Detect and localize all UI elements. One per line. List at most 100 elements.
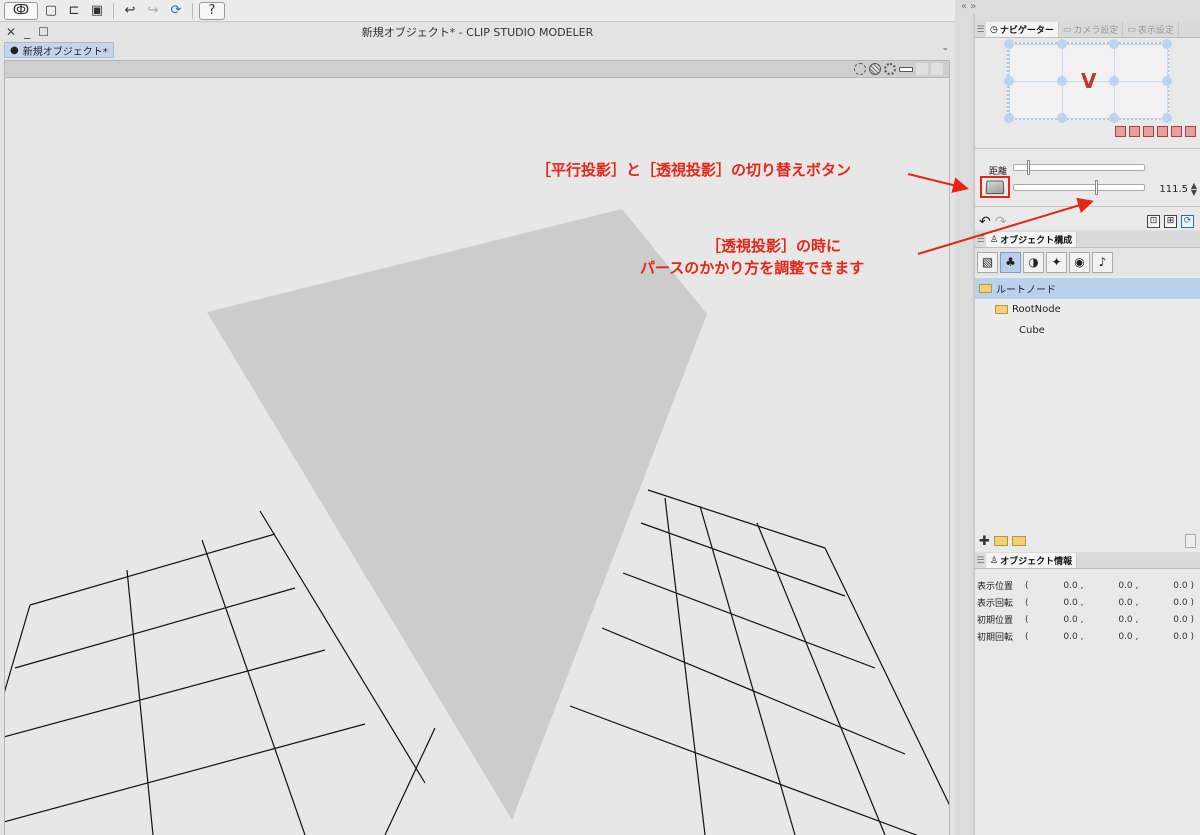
open-folder-icon[interactable] xyxy=(1011,536,1026,546)
tree-icon[interactable]: ♣ xyxy=(1000,251,1021,273)
panel-menu-icon[interactable]: ☰ xyxy=(975,553,986,568)
nav-handle[interactable] xyxy=(1056,39,1067,49)
camera-view-icon[interactable] xyxy=(931,63,943,75)
info-paren: ( xyxy=(1025,631,1029,642)
info-z: 0.0 ) xyxy=(1173,614,1194,625)
panel-menu-icon[interactable]: ☰ xyxy=(975,22,986,37)
cube-shape[interactable] xyxy=(207,209,707,820)
toolbar-divider xyxy=(192,2,193,19)
wireframe-view-icon[interactable] xyxy=(884,63,896,75)
grid-line xyxy=(664,497,706,835)
nav-handle[interactable] xyxy=(1162,76,1172,86)
view-cube-icon[interactable] xyxy=(1129,126,1140,137)
annotation-perspective-line2: パースのかかり方を調整できます xyxy=(640,259,865,277)
clip-studio-logo-icon[interactable]: ↂ xyxy=(4,1,38,20)
help-icon[interactable]: ? xyxy=(199,1,225,20)
tab-navigator[interactable]: ◷ ナビゲーター xyxy=(986,22,1059,37)
annotation-perspective-line1: ［透視投影］の時に xyxy=(706,237,842,255)
tree-node-rootnode[interactable]: RootNode xyxy=(975,299,1200,320)
object-structure-footer: ✚ xyxy=(975,530,1200,552)
reset-camera-icon[interactable]: ⟳ xyxy=(1181,215,1194,228)
window-title: 新規オブジェクト* - CLIP STUDIO MODELER xyxy=(361,26,594,39)
annotation-projection-toggle: ［平行投影］と［透視投影］の切り替えボタン xyxy=(536,161,852,179)
light-view-icon[interactable] xyxy=(916,63,928,75)
chevron-down-icon[interactable]: ⌄ xyxy=(941,43,949,53)
nav-handle[interactable] xyxy=(1109,76,1120,86)
3d-viewport[interactable] xyxy=(4,78,950,835)
grid-line xyxy=(622,572,876,669)
tree-node-cube[interactable]: Cube xyxy=(975,320,1200,341)
points-view-icon[interactable] xyxy=(854,63,866,75)
viewport-canvas xyxy=(5,209,949,835)
spinner-icon[interactable]: ▲ ▼ xyxy=(1191,182,1197,197)
view-cube-icon[interactable] xyxy=(1115,126,1126,137)
nav-handle[interactable] xyxy=(1109,39,1120,49)
view-cube-icon[interactable] xyxy=(1157,126,1168,137)
new-file-icon[interactable]: ▢ xyxy=(41,2,61,20)
navigator-preview[interactable]: V xyxy=(1004,39,1172,123)
scene-icon[interactable]: ▧ xyxy=(977,251,998,273)
fit-selection-icon[interactable]: ⊡ xyxy=(1147,215,1160,228)
info-row: 初期回転 ( 0.0 , 0.0 , 0.0 ) xyxy=(977,628,1198,645)
tree-node-label: ルートノード xyxy=(996,285,1056,296)
save-icon[interactable]: ▣ xyxy=(87,2,107,20)
modified-dot-icon: ● xyxy=(10,44,19,56)
panel-collapse-toggle[interactable]: « » xyxy=(955,0,1200,14)
perspective-value: 111.5 xyxy=(1159,184,1188,195)
distance-slider-thumb[interactable] xyxy=(1026,160,1030,175)
fit-all-icon[interactable]: ⊞ xyxy=(1164,215,1177,228)
toolbar-divider xyxy=(113,2,114,19)
document-window: ✕ _ ☐ 新規オブジェクト* - CLIP STUDIO MODELER ● … xyxy=(0,22,955,835)
folder-icon xyxy=(995,305,1008,314)
tab-object-info[interactable]: ♙ オブジェクト情報 xyxy=(986,553,1078,568)
nav-handle[interactable] xyxy=(1004,76,1014,86)
bone-view-icon[interactable] xyxy=(899,66,913,72)
divider xyxy=(975,206,1200,207)
grid-line xyxy=(5,649,326,738)
distance-slider[interactable] xyxy=(1013,160,1145,175)
open-folder-icon[interactable]: ⊏ xyxy=(64,2,84,20)
window-controls: ✕ _ ☐ xyxy=(6,25,49,39)
add-icon[interactable]: ✚ xyxy=(979,534,990,549)
tree-node-label: RootNode xyxy=(1012,304,1061,315)
perspective-slider[interactable] xyxy=(1013,180,1145,195)
object-tree: ルートノード RootNode Cube xyxy=(975,278,1200,528)
perspective-slider-thumb[interactable] xyxy=(1094,180,1098,195)
camera-undo-icon[interactable]: ↶ xyxy=(979,214,991,230)
tab-object-structure[interactable]: ♙ オブジェクト構成 xyxy=(986,232,1078,247)
document-tab[interactable]: ● 新規オブジェクト* xyxy=(4,42,114,58)
minimize-icon[interactable]: _ xyxy=(24,25,30,39)
tab-camera-settings[interactable]: ▭ カメラ設定 xyxy=(1059,22,1124,37)
view-cube-icon[interactable] xyxy=(1171,126,1182,137)
camera-position-icon[interactable]: V xyxy=(1081,69,1096,93)
info-values: ( 0.0 , 0.0 , 0.0 ) xyxy=(1025,581,1198,591)
nav-handle[interactable] xyxy=(1004,39,1014,49)
panel-menu-icon[interactable]: ☰ xyxy=(975,232,986,247)
material-icon[interactable]: ◑ xyxy=(1023,251,1044,273)
shaded-view-icon[interactable] xyxy=(869,63,881,75)
tree-node-root[interactable]: ルートノード xyxy=(975,278,1200,299)
nav-handle[interactable] xyxy=(1056,76,1067,86)
maximize-icon[interactable]: ☐ xyxy=(38,25,49,39)
new-folder-icon[interactable] xyxy=(993,536,1008,546)
refresh-camera-icon[interactable]: ⟳ xyxy=(166,2,186,20)
trash-icon[interactable] xyxy=(1185,534,1196,548)
nav-handle[interactable] xyxy=(1056,113,1067,123)
nav-handle[interactable] xyxy=(1162,113,1172,123)
nav-handle[interactable] xyxy=(1162,39,1172,49)
camera-icon[interactable]: ◉ xyxy=(1069,251,1090,273)
sound-icon[interactable]: ♪ xyxy=(1092,251,1113,273)
object-structure-toolbar: ▧ ♣ ◑ ✦ ◉ ♪ xyxy=(975,248,1200,276)
light-icon[interactable]: ✦ xyxy=(1046,251,1067,273)
view-cube-icon[interactable] xyxy=(1185,126,1196,137)
projection-toggle-button[interactable] xyxy=(980,176,1010,198)
nav-handle[interactable] xyxy=(1109,113,1120,123)
tab-label: ナビゲーター xyxy=(999,26,1054,36)
close-icon[interactable]: ✕ xyxy=(6,25,16,39)
undo-icon[interactable]: ↩ xyxy=(120,2,140,20)
redo-icon[interactable]: ↪ xyxy=(143,2,163,20)
nav-handle[interactable] xyxy=(1004,113,1014,123)
camera-redo-icon[interactable]: ↷ xyxy=(995,214,1007,230)
tab-display-settings[interactable]: ▭ 表示設定 xyxy=(1123,22,1179,37)
view-cube-icon[interactable] xyxy=(1143,126,1154,137)
